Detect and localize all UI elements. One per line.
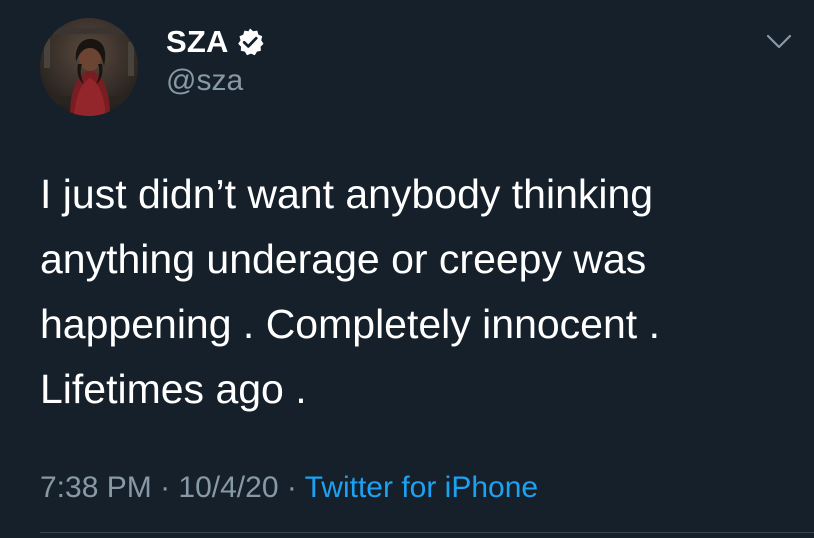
tweet-text-line: anything underage or creepy was [40, 236, 647, 282]
tweet-detail: SZA @sza I just didn’t want anybody thin… [0, 0, 814, 538]
tweet-menu-button[interactable] [764, 30, 794, 54]
author-handle[interactable]: @sza [166, 64, 243, 98]
tweet-source-link[interactable]: Twitter for iPhone [305, 471, 538, 504]
chevron-down-icon [766, 34, 792, 49]
tweet-date[interactable]: 10/4/20 [178, 471, 278, 504]
tweet-meta: 7:38 PM · 10/4/20 · Twitter for iPhone [40, 468, 538, 508]
display-name[interactable]: SZA [166, 24, 229, 60]
meta-separator: · [160, 471, 179, 504]
tweet-text-line: happening . Completely innocent . [40, 301, 660, 347]
tweet-text-line: Lifetimes ago . [40, 366, 307, 412]
divider [40, 532, 814, 533]
avatar[interactable] [40, 18, 138, 116]
author-name-row[interactable]: SZA [166, 22, 265, 62]
tweet-time[interactable]: 7:38 PM [40, 471, 152, 504]
verified-badge-icon [235, 27, 265, 57]
meta-separator: · [286, 471, 305, 504]
tweet-text: I just didn’t want anybody thinking anyt… [40, 162, 770, 422]
tweet-text-line: I just didn’t want anybody thinking [40, 171, 654, 217]
avatar-image [40, 18, 138, 116]
